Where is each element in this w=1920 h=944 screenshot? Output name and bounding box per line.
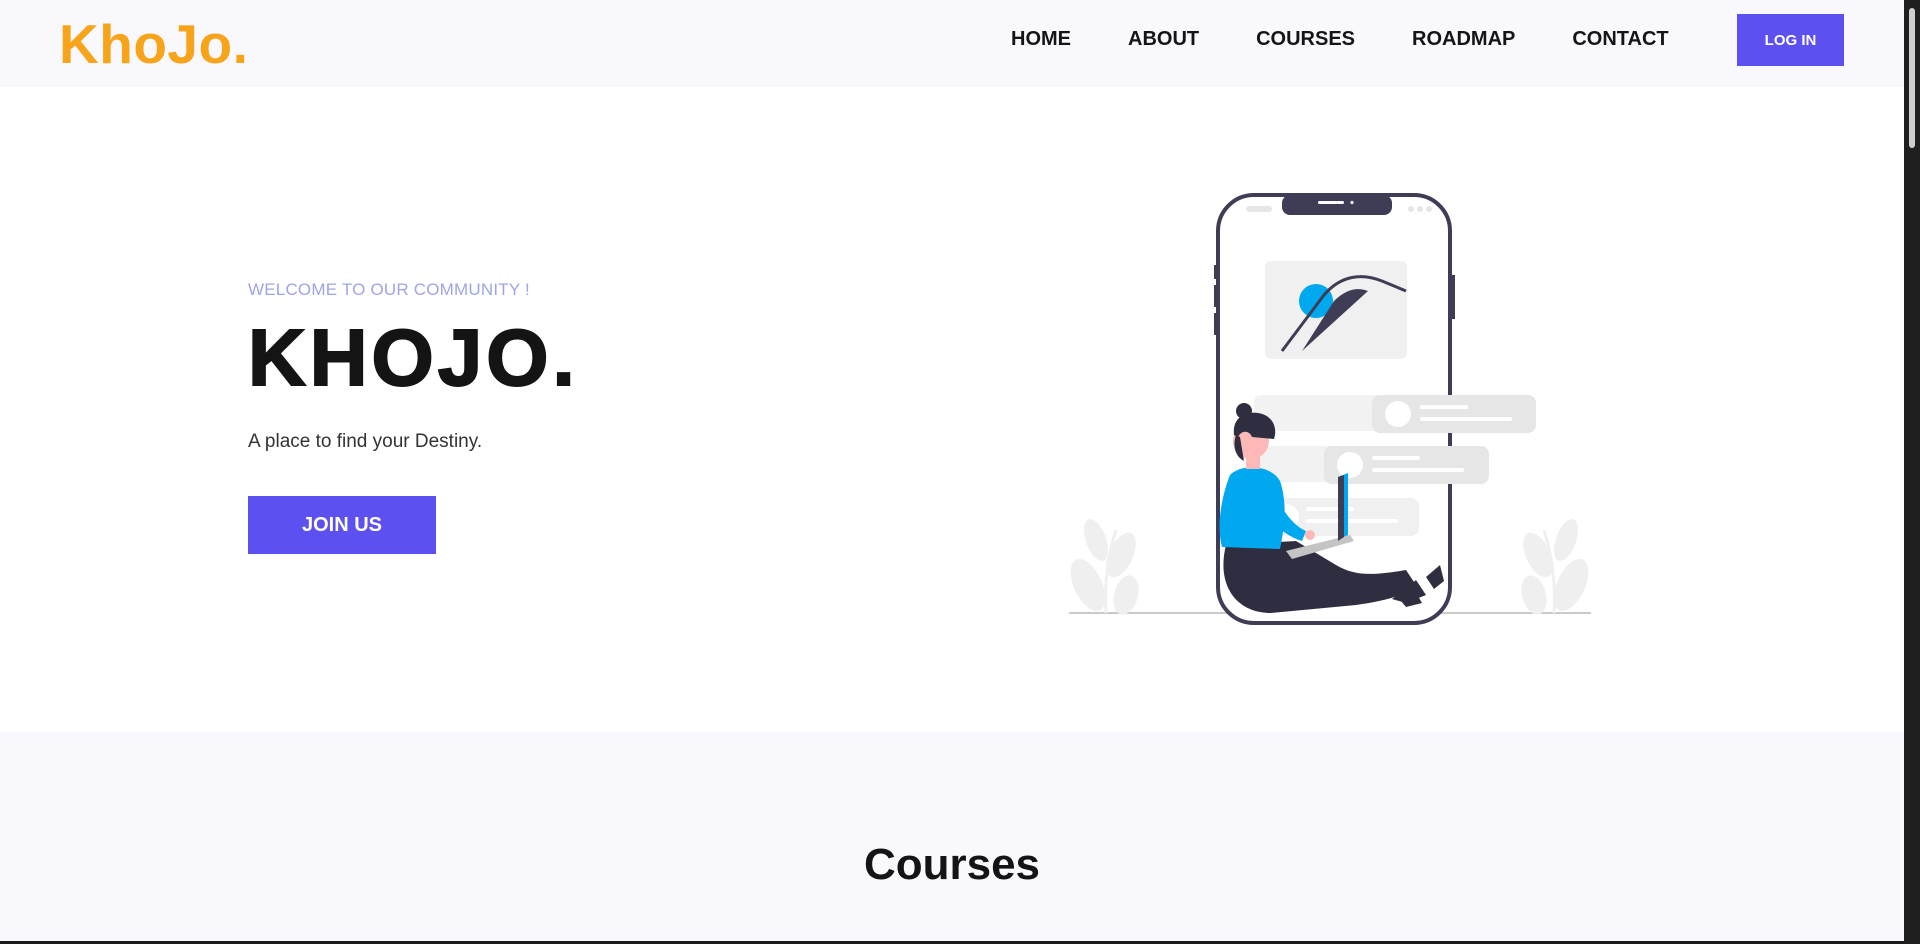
scrollbar-thumb[interactable]	[1909, 8, 1915, 148]
nav-contact[interactable]: CONTACT	[1572, 24, 1668, 54]
page-scrollbar[interactable]	[1904, 0, 1920, 944]
join-us-button-label: JOIN US	[301, 513, 383, 536]
page-viewport: KhoJo. HOME ABOUT COURSES ROADMAP CONTAC…	[0, 0, 1904, 941]
main-nav: HOME ABOUT COURSES ROADMAP CONTACT	[1011, 24, 1669, 54]
join-us-button[interactable]: JOIN US	[248, 496, 436, 554]
hero-illustration-icon	[1069, 193, 1591, 625]
login-button[interactable]: LOG IN	[1737, 14, 1844, 66]
login-button-label: LOG IN	[1764, 31, 1817, 49]
courses-section: Courses	[0, 732, 1904, 941]
site-logo[interactable]: KhoJo.	[59, 14, 248, 74]
hero-title: KHOJO.	[247, 312, 579, 403]
plant-left-icon	[1070, 519, 1139, 615]
chat-bubbles-icon	[1254, 395, 1536, 536]
nav-roadmap[interactable]: ROADMAP	[1412, 24, 1515, 54]
hero-section: WELCOME TO OUR COMMUNITY ! KHOJO. A plac…	[0, 87, 1904, 732]
courses-title: Courses	[863, 840, 1041, 889]
nav-about[interactable]: ABOUT	[1128, 24, 1199, 54]
welcome-text: WELCOME TO OUR COMMUNITY !	[248, 280, 530, 299]
nav-home[interactable]: HOME	[1011, 24, 1071, 54]
nav-courses[interactable]: COURSES	[1256, 24, 1355, 54]
site-header: KhoJo. HOME ABOUT COURSES ROADMAP CONTAC…	[0, 0, 1904, 87]
hero-tagline: A place to find your Destiny.	[248, 431, 483, 452]
plant-right-icon	[1521, 519, 1589, 615]
